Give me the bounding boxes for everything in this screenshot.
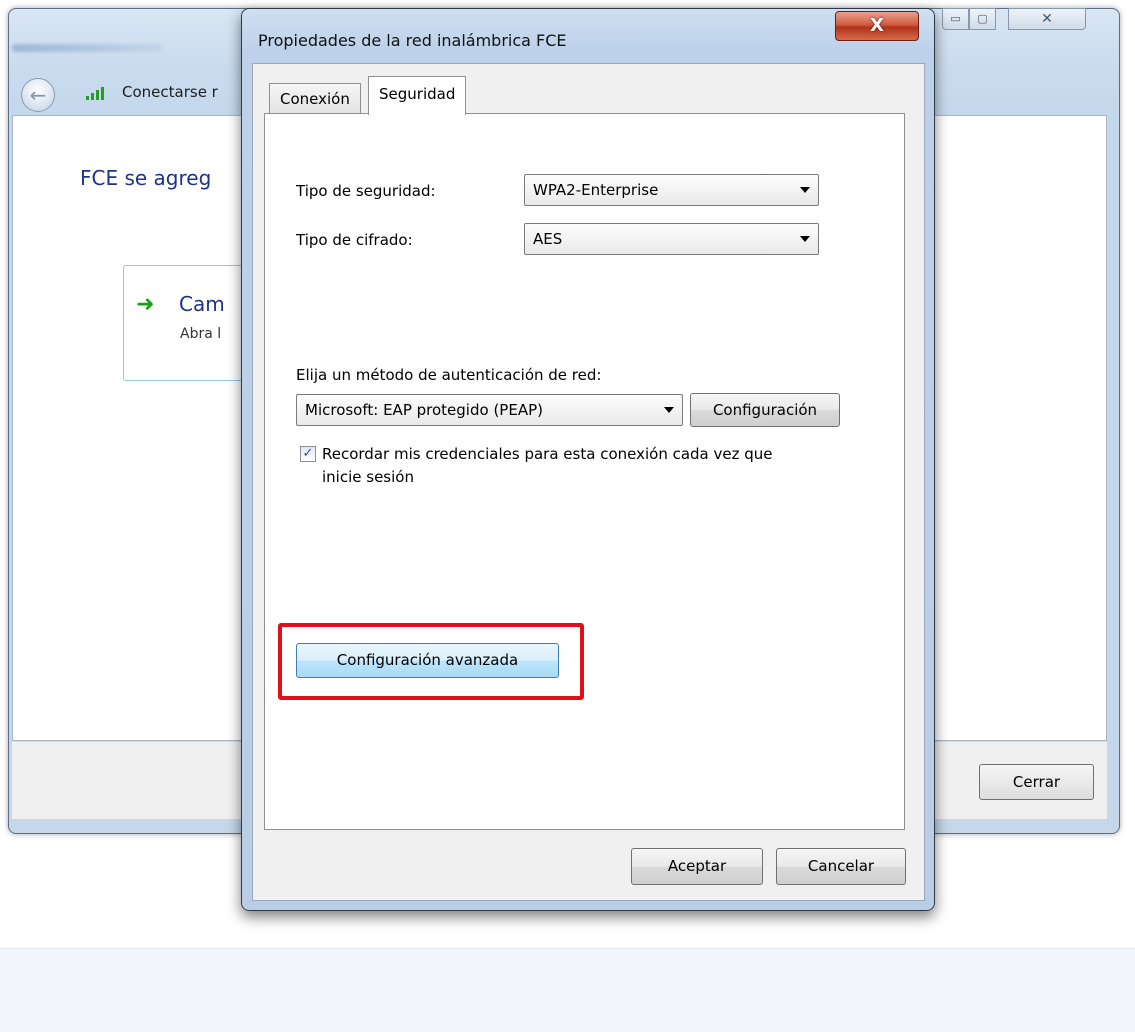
desktop-bottom-strip (0, 948, 1135, 1032)
blurred-breadcrumb (12, 44, 162, 52)
chevron-down-icon (800, 187, 810, 193)
background-window-title: Conectarse r (122, 83, 218, 101)
back-button[interactable]: ← (21, 78, 55, 112)
check-icon: ✓ (302, 446, 314, 461)
minimize-button[interactable]: ▭ (942, 8, 969, 30)
aceptar-button[interactable]: Aceptar (631, 848, 763, 885)
arrow-left-icon: ← (29, 83, 47, 107)
cerrar-button[interactable]: Cerrar (979, 764, 1094, 800)
auth-method-label: Elija un método de autenticación de red: (296, 366, 602, 384)
tab-seguridad[interactable]: Seguridad (368, 76, 467, 115)
encryption-type-label: Tipo de cifrado: (296, 231, 413, 249)
security-type-value: WPA2-Enterprise (533, 181, 659, 199)
dialog-title: Propiedades de la red inalámbrica FCE (258, 31, 567, 50)
remember-credentials-checkbox[interactable]: ✓ (300, 446, 316, 462)
background-close-x-button[interactable]: ✕ (1008, 8, 1086, 30)
encryption-type-select[interactable]: AES (524, 223, 819, 255)
background-heading: FCE se agreg (80, 166, 212, 190)
chevron-down-icon (800, 236, 810, 242)
chevron-down-icon (664, 407, 674, 413)
maximize-button[interactable]: ▢ (969, 8, 996, 30)
dialog-close-button[interactable]: X (835, 11, 919, 41)
highlight-box (278, 623, 584, 700)
auth-method-value: Microsoft: EAP protegido (PEAP) (305, 401, 543, 419)
background-window-caption-buttons: ▭ ▢ ✕ (942, 8, 1086, 38)
background-option-title: Cam (179, 292, 225, 316)
remember-credentials-label: Recordar mis credenciales para esta cone… (322, 445, 773, 486)
security-type-label: Tipo de seguridad: (296, 182, 436, 200)
auth-method-select[interactable]: Microsoft: EAP protegido (PEAP) (296, 394, 683, 426)
wifi-signal-icon (86, 86, 112, 100)
security-type-select[interactable]: WPA2-Enterprise (524, 174, 819, 206)
configuracion-button[interactable]: Configuración (690, 393, 840, 427)
background-option-subtitle: Abra l (180, 326, 222, 342)
encryption-type-value: AES (533, 230, 563, 248)
close-icon: X (870, 15, 884, 36)
cancelar-button[interactable]: Cancelar (776, 848, 906, 885)
green-arrow-icon: ➜ (136, 292, 155, 317)
tab-conexion[interactable]: Conexión (269, 83, 361, 114)
